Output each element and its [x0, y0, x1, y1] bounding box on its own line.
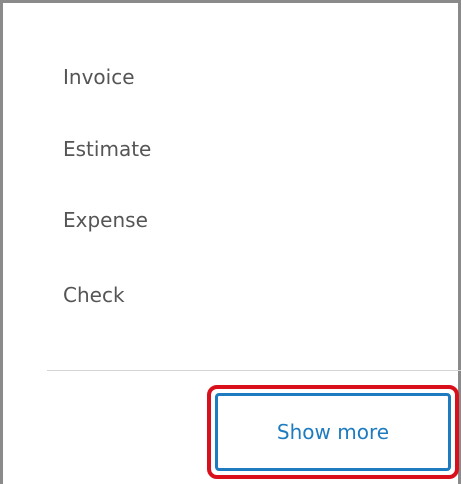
new-transaction-menu: Invoice Estimate Expense Check Show more	[0, 0, 461, 484]
menu-item-expense[interactable]: Expense	[63, 208, 148, 232]
menu-item-invoice[interactable]: Invoice	[63, 65, 135, 89]
menu-item-estimate[interactable]: Estimate	[63, 137, 151, 161]
menu-divider	[47, 370, 461, 371]
menu-item-check[interactable]: Check	[63, 283, 125, 307]
show-more-button[interactable]: Show more	[215, 393, 451, 471]
